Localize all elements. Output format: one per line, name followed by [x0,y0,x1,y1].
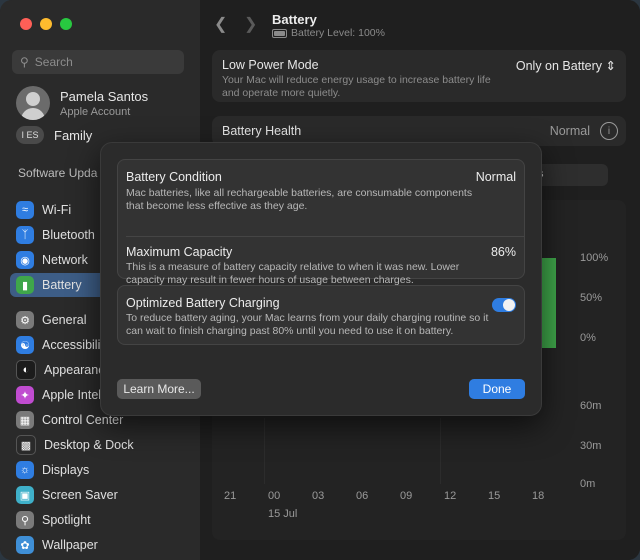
bluetooth-icon: ᛉ [16,226,34,244]
sidebar-item-desktop-dock[interactable]: ▩ Desktop & Dock [10,433,190,457]
x-date-label: 15 Jul [268,508,298,520]
accessibility-icon: ☯ [16,336,34,354]
done-button[interactable]: Done [469,379,525,399]
toolbar: ❮ ❯ Battery Battery Level: 100% [200,0,640,46]
settings-window: ⚲ Search Pamela Santos Apple Account I E… [0,0,640,560]
x-tick-label: 06 [356,490,369,502]
family-icon: I ES [16,126,44,144]
capacity-value: 86% [490,245,516,259]
learn-more-button[interactable]: Learn More... [117,379,201,399]
search-field[interactable]: ⚲ Search [12,50,184,74]
sidebar-item-label: Wi-Fi [42,203,72,217]
y-tick-label: 0m [580,478,596,490]
wallpaper-icon: ✿ [16,536,34,554]
low-power-select[interactable]: Only on Battery ⇕ [516,58,616,73]
search-icon: ⚲ [20,55,29,69]
condition-value: Normal [475,170,516,184]
battery-level-icon [272,28,287,38]
grid-line [440,418,441,484]
divider [126,236,524,237]
page-title: Battery [272,12,317,27]
dock-icon: ▩ [16,435,36,455]
family-item[interactable]: I ES Family [16,126,92,144]
control-center-icon: ▦ [16,411,34,429]
y-tick-label: 60m [580,400,602,412]
user-subtitle: Apple Account [60,105,131,118]
sidebar-item-wallpaper[interactable]: ✿ Wallpaper [10,533,190,557]
optimized-desc: To reduce battery aging, your Mac learns… [126,312,489,337]
battery-health-dialog: Battery Condition Normal Mac batteries, … [100,142,542,416]
y-tick-label: 100% [580,252,609,264]
sidebar-item-label: Bluetooth [42,228,95,242]
spotlight-icon: ⚲ [16,511,34,529]
optimized-charging-toggle[interactable] [492,298,516,312]
appearance-icon: ◐ [16,360,36,380]
optimized-charging-box: Optimized Battery Charging To reduce bat… [117,285,525,345]
x-tick-label: 18 [532,490,545,502]
x-tick-label: 21 [224,490,237,502]
optimized-title: Optimized Battery Charging [126,296,280,310]
sidebar-item-label: Wallpaper [42,538,98,552]
display-icon: ☼ [16,461,34,479]
battery-health-title: Battery Health [222,124,302,138]
sidebar-item-label: Battery [42,278,82,292]
x-tick-label: 09 [400,490,413,502]
sidebar-item-displays[interactable]: ☼ Displays [10,458,190,482]
minimize-button[interactable] [40,18,52,30]
x-tick-label: 00 [268,490,281,502]
capacity-desc: This is a measure of battery capacity re… [126,261,460,286]
search-placeholder: Search [34,55,73,69]
sidebar-item-label: Desktop & Dock [44,438,134,452]
sidebar-item-label: Accessibili [42,338,101,352]
wifi-icon: ≈ [16,201,34,219]
sidebar-item-label: Displays [42,463,90,477]
apple-intelligence-icon: ✦ [16,386,34,404]
screen-saver-icon: ▣ [16,486,34,504]
capacity-title: Maximum Capacity [126,245,233,259]
battery-level-bar [542,258,556,348]
condition-title: Battery Condition [126,170,222,184]
x-tick-label: 12 [444,490,457,502]
x-tick-label: 15 [488,490,501,502]
sidebar-item-label: Network [42,253,88,267]
y-tick-label: 50% [580,292,603,304]
page-subtitle: Battery Level: 100% [272,27,385,39]
x-tick-label: 03 [312,490,325,502]
low-power-title: Low Power Mode [222,58,319,72]
grid-line [264,418,265,484]
forward-chevron-icon[interactable]: ❯ [244,14,257,34]
family-label: Family [54,127,93,143]
condition-desc: Mac batteries, like all rechargeable bat… [126,187,473,212]
battery-health-value: Normal [549,124,590,138]
window-controls [20,18,72,30]
sidebar-item-label: Appearanc [44,363,105,377]
low-power-desc: Your Mac will reduce energy usage to inc… [222,74,491,99]
y-tick-label: 30m [580,440,602,452]
low-power-mode-row: Low Power Mode Your Mac will reduce ener… [212,50,626,102]
battery-level-text: Battery Level: 100% [291,27,385,39]
sidebar-item-label: Apple Intell [42,388,104,402]
gear-icon: ⚙ [16,311,34,329]
battery-info-box: Battery Condition Normal Mac batteries, … [117,159,525,286]
sidebar-item-spotlight[interactable]: ⚲ Spotlight [10,508,190,532]
network-icon: ◉ [16,251,34,269]
sidebar-item-screen-saver[interactable]: ▣ Screen Saver [10,483,190,507]
low-power-value: Only on Battery [515,59,603,73]
close-button[interactable] [20,18,32,30]
battery-icon: ▮ [16,276,34,294]
info-icon[interactable]: i [600,122,618,140]
sidebar-item-label: Screen Saver [42,488,118,502]
sidebar-item-label: Spotlight [42,513,91,527]
avatar [16,86,50,120]
user-account-item[interactable]: Pamela Santos Apple Account [16,86,148,120]
software-update-item[interactable]: Software Upda [18,166,97,180]
user-name: Pamela Santos [60,88,149,104]
y-tick-label: 0% [580,332,596,344]
back-chevron-icon[interactable]: ❮ [214,14,227,34]
sidebar-item-label: General [42,313,87,327]
zoom-button[interactable] [60,18,72,30]
updown-chevron-icon: ⇕ [605,59,616,73]
